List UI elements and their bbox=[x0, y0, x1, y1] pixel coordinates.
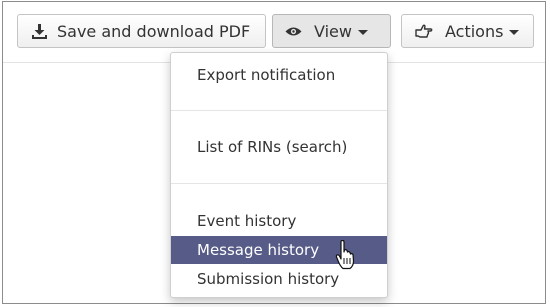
hand-cursor-icon bbox=[335, 239, 357, 274]
hand-point-icon bbox=[415, 24, 433, 38]
save-download-pdf-label: Save and download PDF bbox=[57, 21, 251, 41]
chevron-down-icon bbox=[509, 29, 520, 35]
chevron-down-icon bbox=[357, 29, 368, 35]
save-download-pdf-button[interactable]: Save and download PDF bbox=[17, 14, 266, 48]
view-dropdown-button[interactable]: View bbox=[272, 14, 391, 48]
menu-divider bbox=[171, 110, 387, 111]
eye-icon bbox=[285, 26, 302, 37]
actions-label: Actions bbox=[445, 21, 504, 41]
menu-item-list-of-rins[interactable]: List of RINs (search) bbox=[171, 133, 387, 161]
menu-divider bbox=[171, 183, 387, 184]
actions-dropdown-button[interactable]: Actions bbox=[401, 14, 534, 48]
menu-item-export-notification[interactable]: Export notification bbox=[171, 61, 387, 89]
view-label: View bbox=[314, 21, 352, 41]
menu-item-event-history[interactable]: Event history bbox=[171, 207, 387, 235]
download-icon bbox=[32, 23, 47, 39]
